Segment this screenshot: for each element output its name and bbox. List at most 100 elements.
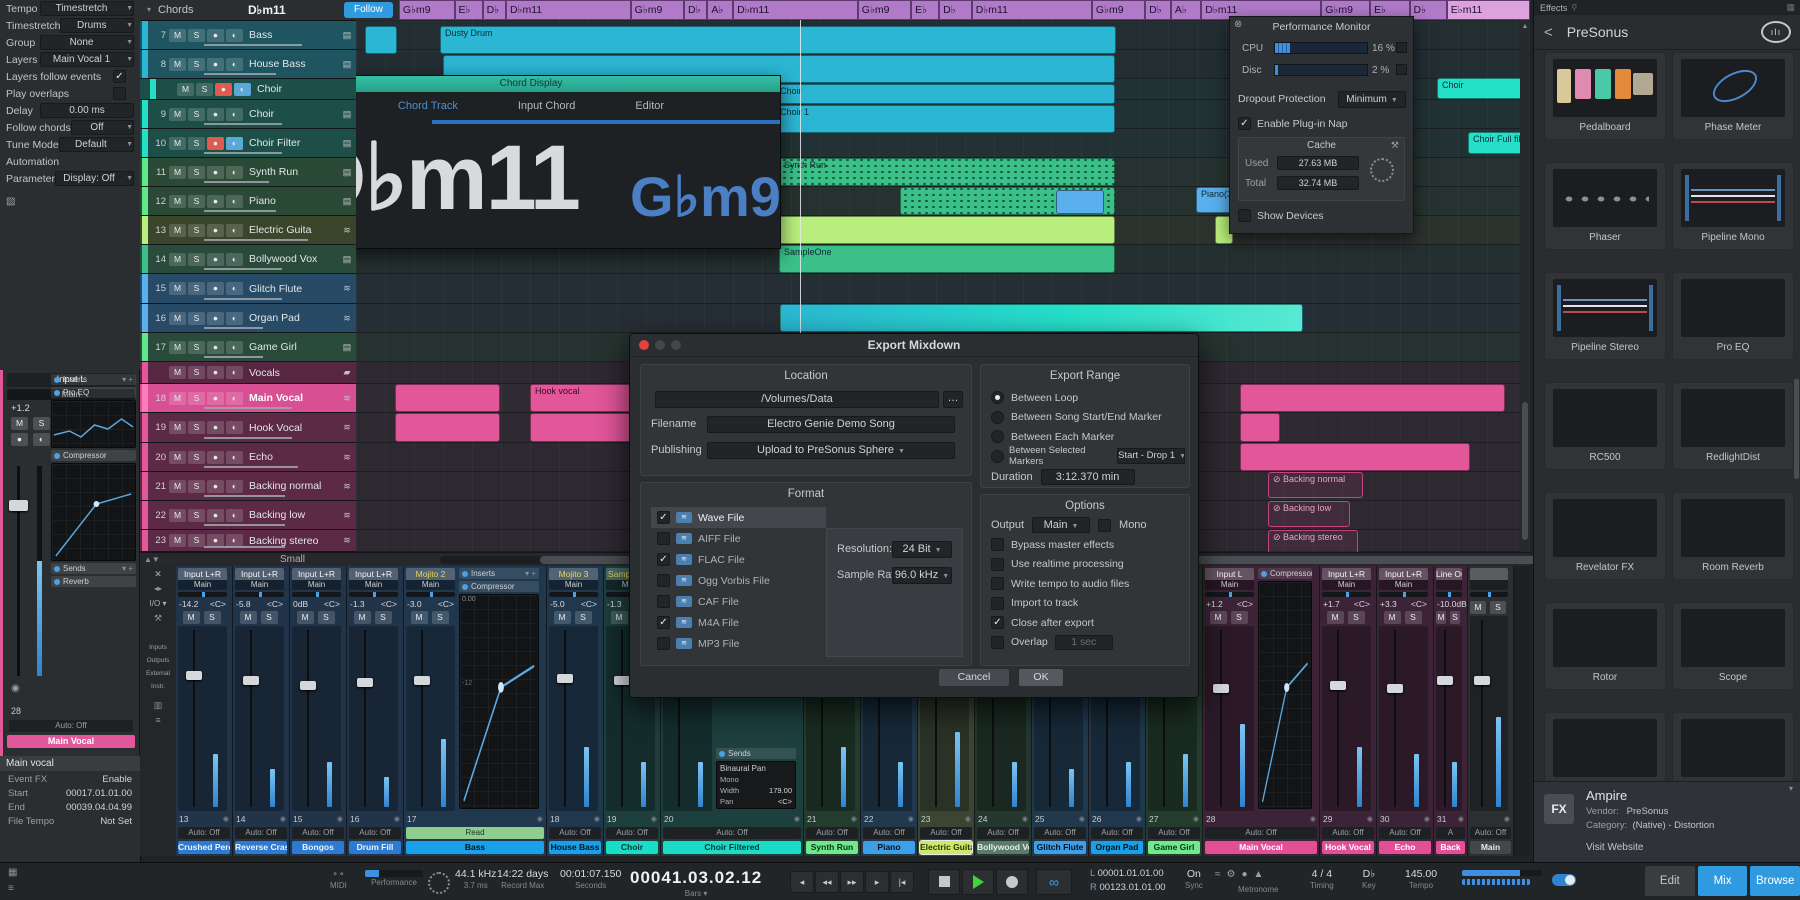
channel-name[interactable]: Drum Fill xyxy=(349,841,401,854)
audio-clip[interactable]: Choir xyxy=(775,84,1115,104)
inspector-value[interactable]: 0.00 ms xyxy=(40,103,134,118)
mute-button[interactable]: M xyxy=(169,29,186,42)
audio-clip[interactable] xyxy=(1240,443,1470,471)
format-option[interactable]: ≋MP3 File xyxy=(651,633,826,654)
effect-card[interactable]: Phaser xyxy=(1544,162,1666,250)
channel-output[interactable] xyxy=(1470,580,1508,590)
channel-strip[interactable]: Input L+RMain+1.7<C>MS xyxy=(1320,566,1373,811)
format-checkbox[interactable] xyxy=(657,595,670,608)
channel-strip[interactable]: MS xyxy=(1468,566,1510,811)
mono-checkbox[interactable] xyxy=(1098,519,1111,532)
export-option[interactable]: Write tempo to audio files xyxy=(981,574,1189,594)
range-option[interactable]: Between Loop xyxy=(981,388,1189,408)
track-header[interactable]: 17MS●◐Game Girl▤ xyxy=(140,333,356,362)
inspector-value[interactable]: Timestretch▼ xyxy=(40,1,134,16)
record-arm-button[interactable]: ● xyxy=(207,392,224,405)
monitor-button[interactable]: ◐ xyxy=(226,166,243,179)
track-height-icons[interactable]: ▲▼ xyxy=(144,555,160,564)
track-volume-line[interactable] xyxy=(204,356,263,358)
mute-button[interactable]: M xyxy=(169,392,186,405)
solo-button[interactable]: S xyxy=(188,137,205,150)
mono-toggle[interactable]: Mono xyxy=(720,773,792,784)
channel-name[interactable]: Piano xyxy=(863,841,915,854)
track-header[interactable]: 14MS●◐Bollywood Vox▤ xyxy=(140,245,356,274)
chord-event[interactable]: G♭m9 xyxy=(631,0,684,20)
monitor-button[interactable]: ◐ xyxy=(234,83,251,96)
pan-control[interactable] xyxy=(349,592,398,597)
channel-strip[interactable]: Input L+RMain+3.3<C>MS xyxy=(1377,566,1430,811)
pan-value[interactable]: <C> xyxy=(324,599,340,609)
fader-handle[interactable] xyxy=(1474,676,1490,685)
chord-event[interactable]: G♭m9 xyxy=(1092,0,1145,20)
pan-value[interactable]: 0dB xyxy=(1452,599,1467,609)
fader-area[interactable] xyxy=(1322,626,1371,811)
channel-input[interactable]: Input L+R xyxy=(178,568,227,580)
monitor-button[interactable]: ◐ xyxy=(226,137,243,150)
chord-event[interactable]: E♭m11 xyxy=(1447,0,1530,20)
scroll-up-icon[interactable]: ▲ xyxy=(1520,20,1530,34)
format-checkbox[interactable] xyxy=(657,574,670,587)
gain-value[interactable]: -10. xyxy=(1437,599,1452,609)
chord-event[interactable]: G♭m9 xyxy=(858,0,911,20)
option-checkbox[interactable] xyxy=(991,558,1004,571)
record-arm-button[interactable]: ● xyxy=(207,282,224,295)
fader-area[interactable] xyxy=(235,626,284,811)
record-arm-button[interactable]: ● xyxy=(207,509,224,522)
fader-handle[interactable] xyxy=(300,681,316,690)
solo-button[interactable]: S xyxy=(33,417,50,430)
chord-event[interactable]: A♭ xyxy=(707,0,733,20)
gain-value[interactable]: +3.3 xyxy=(1380,599,1397,609)
chord-event[interactable]: D♭m11 xyxy=(506,0,631,20)
pro-eq-graph[interactable] xyxy=(51,400,136,448)
channel-strip[interactable]: Input L+RMain-1.3<C>MS xyxy=(347,566,400,811)
channel-name[interactable]: Bollywood Vox xyxy=(977,841,1029,854)
monitor-button[interactable]: ◐ xyxy=(226,282,243,295)
sends-header[interactable]: Sends▾ + xyxy=(51,563,136,574)
automation-mode[interactable]: Auto: Off xyxy=(549,827,601,839)
mode-tab-mix[interactable]: Mix xyxy=(1698,866,1748,896)
automation-mode[interactable]: Auto: Off xyxy=(349,827,401,839)
pan-control[interactable] xyxy=(292,592,341,597)
track-header[interactable]: 18MS●◐Main Vocal≋ xyxy=(140,384,356,413)
option-checkbox[interactable] xyxy=(991,538,1004,551)
channel-name[interactable]: Crushed Perc xyxy=(178,841,230,854)
automation-mode[interactable]: Auto: Off xyxy=(9,720,133,732)
compressor-graph[interactable] xyxy=(51,463,136,561)
automation-mode[interactable]: A xyxy=(1436,827,1465,839)
channel-output[interactable]: Main xyxy=(292,580,341,590)
solo-button[interactable]: S xyxy=(188,451,205,464)
output-select[interactable]: Main▼ xyxy=(1032,517,1090,533)
mute-button[interactable]: M xyxy=(1327,611,1344,624)
track-volume-line[interactable] xyxy=(204,466,298,468)
format-checkbox[interactable]: ✓ xyxy=(657,616,670,629)
tab-chord-track[interactable]: Chord Track xyxy=(398,100,458,112)
solo-button[interactable]: S xyxy=(375,611,392,624)
rail-label[interactable]: Inputs xyxy=(140,638,176,651)
pan-control[interactable] xyxy=(1205,592,1254,597)
solo-button[interactable]: S xyxy=(188,392,205,405)
inspector-checkbox[interactable] xyxy=(113,87,126,100)
mute-button[interactable]: M xyxy=(11,417,28,430)
console-close-icon[interactable]: ✕ xyxy=(140,566,176,580)
track-volume-line[interactable] xyxy=(204,268,282,270)
channel-input[interactable]: Input L xyxy=(1205,568,1254,580)
channel-strip[interactable]: Input L+RMain-14.2<C>MS xyxy=(176,566,229,811)
chord-event[interactable]: D♭ xyxy=(684,0,707,20)
solo-button[interactable]: S xyxy=(188,29,205,42)
publishing-select[interactable]: Upload to PreSonus Sphere▼ xyxy=(707,442,955,459)
mute-button[interactable]: M xyxy=(169,224,186,237)
solo-button[interactable]: S xyxy=(188,366,205,379)
send-reverb[interactable]: Reverb xyxy=(51,576,136,587)
chord-event[interactable]: E♭ xyxy=(911,0,939,20)
arrange-vscrollbar[interactable]: ▲ xyxy=(1520,20,1530,552)
solo-button[interactable]: S xyxy=(1490,601,1506,614)
loop-start[interactable]: 00001.01.01.00 xyxy=(1098,868,1164,879)
event-row-value[interactable]: 00039.04.04.99 xyxy=(66,802,132,813)
tab-effects[interactable]: Effects xyxy=(1540,3,1567,13)
monitor-button[interactable]: ◐ xyxy=(226,509,243,522)
grid-view-icon[interactable]: ▦ xyxy=(1786,2,1795,13)
audio-clip[interactable] xyxy=(365,26,397,54)
mute-button[interactable]: M xyxy=(169,282,186,295)
next-marker-button[interactable]: ▸ xyxy=(865,871,889,893)
rail-label[interactable]: Instr. xyxy=(140,677,176,690)
